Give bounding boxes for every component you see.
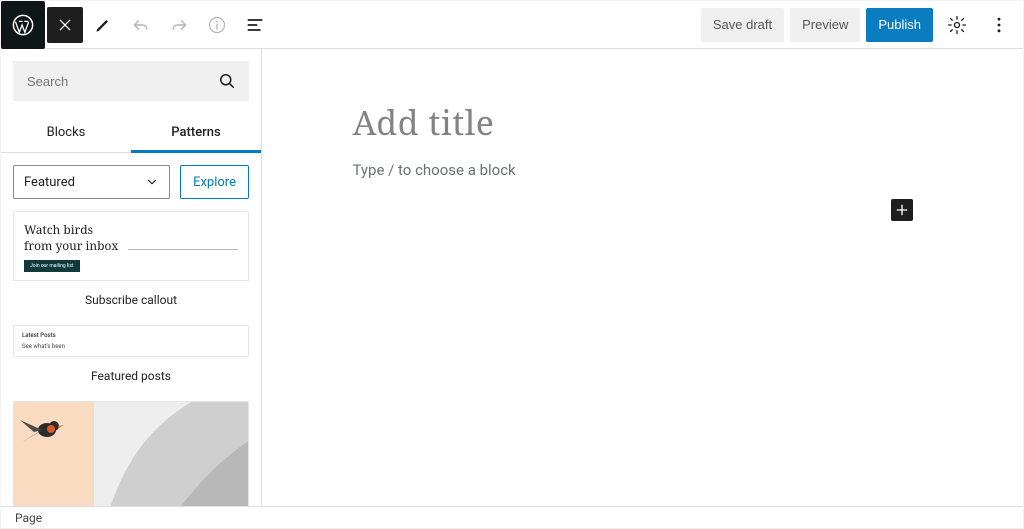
editor-top-toolbar: Save draft Preview Publish	[1, 1, 1023, 49]
wordpress-icon	[12, 14, 34, 36]
inserter-tabs: Blocks Patterns	[1, 113, 261, 153]
tab-blocks[interactable]: Blocks	[1, 113, 131, 152]
wordpress-logo[interactable]	[1, 1, 45, 49]
default-block-prompt[interactable]: Type / to choose a block	[353, 161, 933, 179]
editor-footer: Page	[1, 506, 1023, 528]
editor-canvas[interactable]: Add title Type / to choose a block	[262, 49, 1023, 506]
undo-icon	[131, 15, 151, 35]
redo-icon	[169, 15, 189, 35]
pattern-category-selected: Featured	[24, 175, 75, 190]
plus-icon	[894, 202, 910, 218]
pattern-item[interactable]: Latest Posts See what's been	[13, 325, 249, 357]
pattern-preview-line: Watch birds	[24, 222, 238, 238]
details-button[interactable]	[199, 7, 235, 43]
tools-button[interactable]	[85, 7, 121, 43]
info-icon	[207, 15, 227, 35]
document-outline-icon	[245, 15, 265, 35]
settings-button[interactable]	[939, 7, 975, 43]
block-breadcrumb[interactable]: Page	[15, 511, 42, 525]
close-icon	[57, 17, 73, 33]
post-title-placeholder[interactable]: Add title	[353, 99, 933, 145]
pattern-preview-overlay	[14, 402, 94, 506]
block-inserter-panel: Blocks Patterns Featured Explore Watch b…	[1, 49, 262, 506]
pattern-preview-cta: Join our mailing list	[24, 260, 80, 272]
chevron-down-icon	[145, 175, 159, 189]
add-block-button[interactable]	[891, 199, 913, 221]
preview-button[interactable]: Preview	[790, 8, 860, 42]
pattern-preview-line: See what's been	[22, 343, 240, 350]
inserter-search[interactable]	[13, 61, 249, 101]
pattern-item[interactable]: Watch birds from your inbox Join our mai…	[13, 211, 249, 281]
more-vertical-icon	[989, 15, 1009, 35]
search-icon	[217, 71, 237, 91]
pattern-preview-line: Latest Posts	[22, 332, 240, 339]
gear-icon	[947, 15, 967, 35]
toggle-inserter-button[interactable]	[47, 7, 83, 43]
publish-button[interactable]: Publish	[866, 8, 933, 42]
edit-icon	[93, 15, 113, 35]
explore-patterns-button[interactable]: Explore	[180, 165, 249, 199]
pattern-item[interactable]	[13, 401, 249, 506]
save-draft-button[interactable]: Save draft	[701, 8, 784, 42]
pattern-title: Subscribe callout	[13, 289, 249, 317]
decorative-line	[128, 249, 238, 250]
options-button[interactable]	[981, 7, 1017, 43]
search-input[interactable]	[25, 73, 205, 90]
bird-icon	[14, 402, 74, 452]
tab-patterns[interactable]: Patterns	[131, 113, 261, 153]
pattern-title: Featured posts	[13, 365, 249, 393]
redo-button[interactable]	[161, 7, 197, 43]
list-view-button[interactable]	[237, 7, 273, 43]
pattern-category-select[interactable]: Featured	[13, 165, 170, 199]
pattern-preview-line: from your inbox	[24, 238, 118, 254]
undo-button[interactable]	[123, 7, 159, 43]
